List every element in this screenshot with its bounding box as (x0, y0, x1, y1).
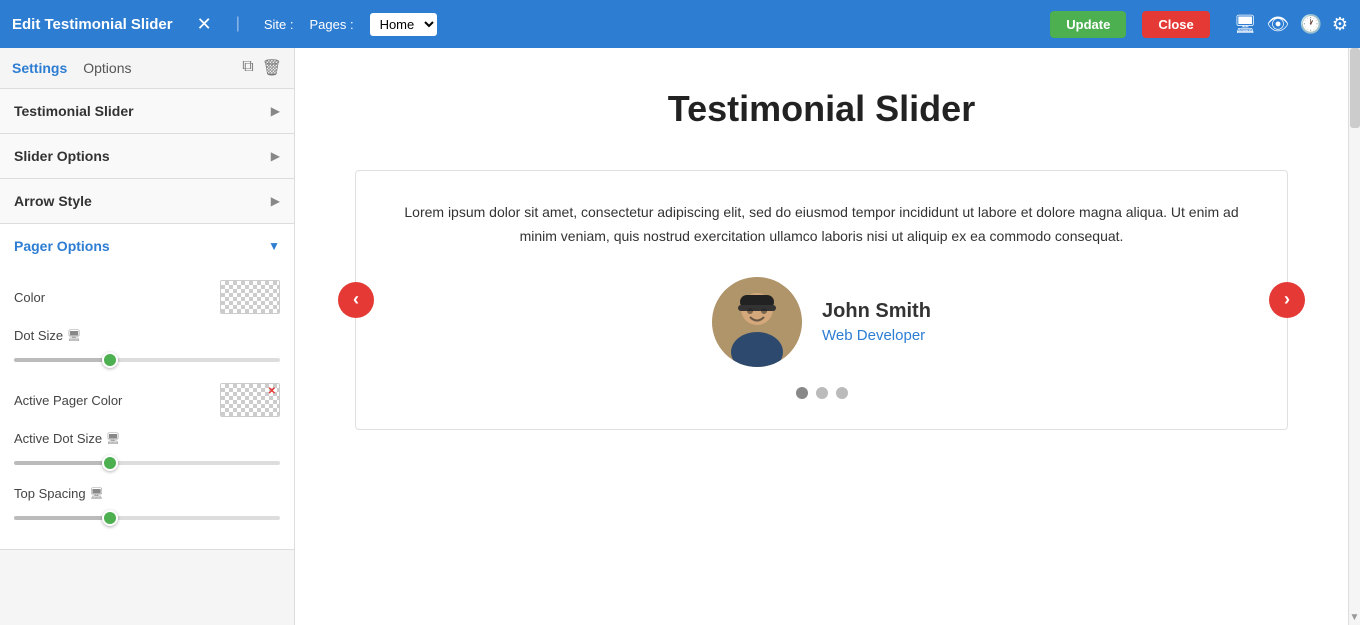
history-icon[interactable]: 🕐 (1299, 14, 1321, 35)
accordion-testimonial-slider-header[interactable]: Testimonial Slider ▶ (0, 89, 294, 133)
tab-settings[interactable]: Settings (12, 60, 67, 76)
header-site-label: Site : (264, 17, 294, 32)
top-spacing-label: Top Spacing 🖥 (14, 486, 280, 501)
author-role: Web Developer (822, 327, 931, 344)
accordion-pager-options: Pager Options ▼ Color (0, 224, 294, 550)
top-spacing-text: Top Spacing (14, 486, 86, 501)
dot-size-monitor-icon: 🖥 (67, 329, 81, 342)
accordion-slider-options-arrow: ▶ (271, 149, 280, 163)
accordion-pager-options-header[interactable]: Pager Options ▼ (0, 224, 294, 268)
active-dot-size-monitor-icon: 🖥 (106, 432, 120, 445)
author-name: John Smith (822, 300, 931, 323)
pager-dots (396, 387, 1247, 399)
top-spacing-monitor-icon: 🖥 (90, 487, 104, 500)
content-scrollbar: ▲ ▼ (1348, 48, 1360, 625)
eye-icon[interactable]: 👁 (1267, 14, 1290, 35)
accordion-arrow-style: Arrow Style ▶ (0, 179, 294, 224)
accordion-arrow-style-header[interactable]: Arrow Style ▶ (0, 179, 294, 223)
header: Edit Testimonial Slider ✕ | Site : Pages… (0, 0, 1360, 48)
active-dot-size-label-row: Active Dot Size 🖥 (14, 431, 280, 446)
header-close-icon[interactable]: ✕ (197, 14, 212, 35)
accordion-testimonial-slider-title: Testimonial Slider (14, 103, 134, 119)
swatch-x-icon: ✕ (268, 386, 276, 397)
color-swatch[interactable] (220, 280, 280, 314)
dot-2[interactable] (816, 387, 828, 399)
top-spacing-slider[interactable] (14, 516, 280, 520)
accordion-arrow-style-arrow: ▶ (271, 194, 280, 208)
active-pager-color-field-row: Active Pager Color ✕ (14, 383, 280, 417)
update-button[interactable]: Update (1050, 11, 1126, 38)
testimonial-card: ‹ › Lorem ipsum dolor sit amet, consecte… (355, 170, 1288, 430)
main-layout: Settings Options ⧉ 🗑 Testimonial Slider … (0, 48, 1360, 625)
top-spacing-label-row: Top Spacing 🖥 (14, 486, 280, 501)
trash-icon[interactable]: 🗑 (262, 58, 282, 78)
tab-options[interactable]: Options (83, 60, 131, 76)
dot-size-slider[interactable] (14, 358, 280, 362)
sidebar-tabs: Settings Options ⧉ 🗑 (0, 48, 294, 89)
dot-size-label-row: Dot Size 🖥 (14, 328, 280, 343)
accordion-testimonial-slider-arrow: ▶ (271, 104, 280, 118)
author-info: John Smith Web Developer (822, 300, 931, 344)
dot-1[interactable] (796, 387, 808, 399)
color-label: Color (14, 290, 220, 305)
pages-select[interactable]: Home (370, 13, 437, 36)
header-icons: 🖥 👁 🕐 ⚙ (1234, 14, 1348, 35)
content-area: Testimonial Slider ‹ › Lorem ipsum dolor… (295, 48, 1348, 625)
slider-prev-button[interactable]: ‹ (338, 282, 374, 318)
accordion-testimonial-slider: Testimonial Slider ▶ (0, 89, 294, 134)
header-title: Edit Testimonial Slider (12, 16, 173, 33)
sidebar-scroll: Testimonial Slider ▶ Slider Options ▶ Ar… (0, 89, 294, 625)
sidebar-tab-icons: ⧉ 🗑 (242, 58, 282, 78)
active-dot-size-row: Active Dot Size 🖥 (14, 431, 280, 470)
accordion-pager-options-title: Pager Options (14, 238, 110, 254)
top-spacing-row: Top Spacing 🖥 (14, 486, 280, 525)
color-field-row: Color (14, 280, 280, 314)
accordion-slider-options-title: Slider Options (14, 148, 110, 164)
dot-3[interactable] (836, 387, 848, 399)
avatar-image (712, 277, 802, 367)
slider-next-button[interactable]: › (1269, 282, 1305, 318)
active-dot-size-slider[interactable] (14, 461, 280, 465)
scroll-down-arrow[interactable]: ▼ (1349, 611, 1360, 625)
header-divider: | (236, 15, 240, 33)
accordion-pager-options-arrow: ▼ (268, 239, 280, 253)
avatar (712, 277, 802, 367)
dot-size-text: Dot Size (14, 328, 63, 343)
page-title: Testimonial Slider (355, 88, 1288, 130)
copy-icon[interactable]: ⧉ (242, 58, 253, 78)
dot-size-row: Dot Size 🖥 (14, 328, 280, 367)
dot-size-label: Dot Size 🖥 (14, 328, 280, 343)
testimonial-text: Lorem ipsum dolor sit amet, consectetur … (396, 201, 1247, 249)
accordion-arrow-style-title: Arrow Style (14, 193, 92, 209)
checkerboard-pattern (221, 281, 279, 313)
accordion-slider-options-header[interactable]: Slider Options ▶ (0, 134, 294, 178)
sidebar: Settings Options ⧉ 🗑 Testimonial Slider … (0, 48, 295, 625)
sitemap-icon[interactable]: ⚙ (1332, 14, 1348, 35)
pager-options-body: Color Dot Size 🖥 (0, 268, 294, 549)
close-button[interactable]: Close (1142, 11, 1209, 38)
active-pager-color-label: Active Pager Color (14, 393, 220, 408)
header-pages-label: Pages : (309, 17, 353, 32)
active-dot-size-label: Active Dot Size 🖥 (14, 431, 280, 446)
monitor-icon[interactable]: 🖥 (1234, 14, 1257, 35)
testimonial-author: John Smith Web Developer (396, 277, 1247, 367)
active-dot-size-text: Active Dot Size (14, 431, 102, 446)
active-pager-color-swatch[interactable]: ✕ (220, 383, 280, 417)
accordion-slider-options: Slider Options ▶ (0, 134, 294, 179)
scrollbar-thumb[interactable] (1350, 48, 1360, 128)
